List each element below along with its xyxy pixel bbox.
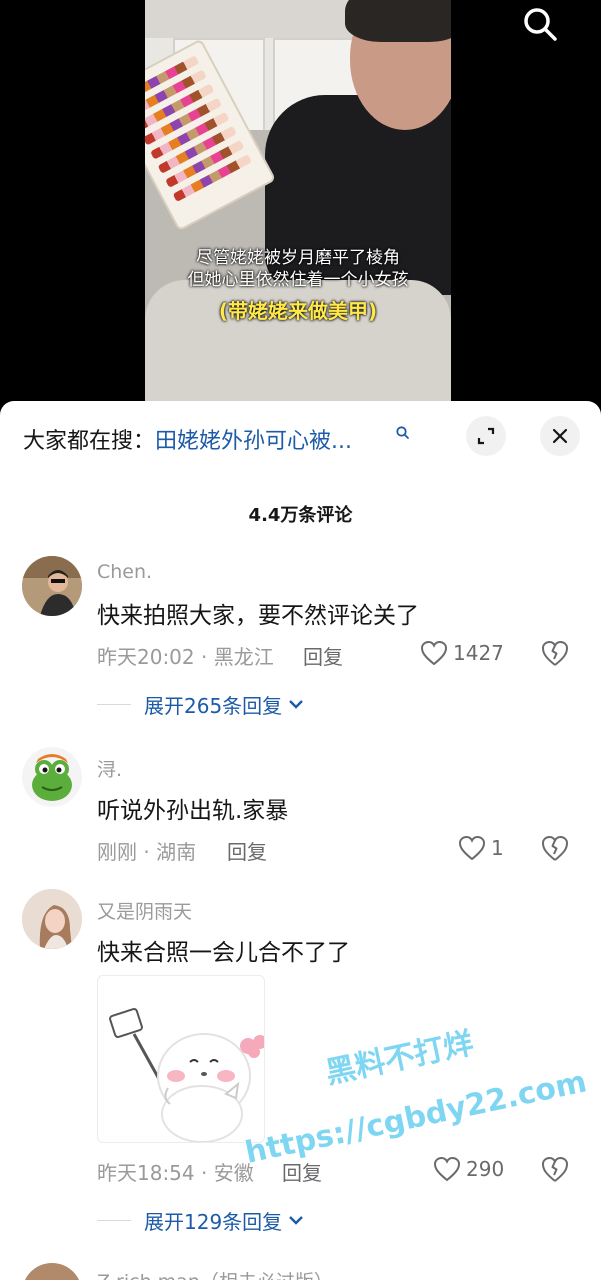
avatar[interactable] <box>22 1263 82 1280</box>
suggest-query-link[interactable]: 田姥姥外孙可心被... <box>155 429 352 454</box>
heart-icon <box>433 1156 461 1182</box>
search-suggestion[interactable]: 大家都在搜：田姥姥外孙可心被... <box>23 423 352 455</box>
reply-button[interactable]: 回复 <box>282 1157 322 1186</box>
comment-username[interactable]: Chen. <box>97 561 152 583</box>
small-search-icon <box>396 426 409 439</box>
suggest-prefix: 大家都在搜： <box>23 429 156 454</box>
video-player[interactable]: 尽管姥姥被岁月磨平了棱角 但她心里依然住着一个小女孩 (带姥姥来做美甲) <box>0 0 601 420</box>
video-subtitle-highlight: (带姥姥来做美甲) <box>218 299 378 323</box>
broken-heart-icon[interactable] <box>540 1154 570 1184</box>
avatar[interactable] <box>22 889 82 949</box>
like-count: 290 <box>466 1157 505 1181</box>
video-subtitle-line1: 尽管姥姥被岁月磨平了棱角 <box>196 248 400 268</box>
reply-button[interactable]: 回复 <box>303 641 343 670</box>
broken-heart-icon[interactable] <box>540 638 570 668</box>
broken-heart-icon[interactable] <box>540 833 570 863</box>
comment-username[interactable]: Z rich man（相去必过版） <box>97 1267 333 1280</box>
close-icon[interactable] <box>540 416 580 456</box>
avatar[interactable] <box>22 747 82 807</box>
heart-icon <box>458 835 486 861</box>
like-button[interactable]: 290 <box>433 1154 504 1184</box>
like-count: 1427 <box>453 641 504 665</box>
video-subtitle-line2: 但她心里依然住着一个小女孩 <box>187 270 409 290</box>
comment-text: 快来合照一会儿合不了了 <box>97 940 350 966</box>
comment-username[interactable]: 浔. <box>97 755 122 782</box>
comment-sticker-image[interactable] <box>97 975 265 1143</box>
like-button[interactable]: 1427 <box>420 638 504 668</box>
comment-count: 4.4万条评论 <box>248 505 353 526</box>
comment-username[interactable]: 又是阴雨天 <box>97 897 192 924</box>
like-button[interactable]: 1 <box>458 833 504 863</box>
comment-text: 快来拍照大家，要不然评论关了 <box>97 603 419 629</box>
search-icon[interactable] <box>520 4 560 44</box>
comment-time-location: 昨天18:54 · 安徽 <box>97 1161 254 1185</box>
comment-panel: 大家都在搜：田姥姥外孙可心被... 4.4万条评论 Chen. 快来拍照大家，要… <box>0 401 601 1280</box>
expand-replies-label: 展开129条回复 <box>144 1209 283 1234</box>
expand-replies-label: 展开265条回复 <box>144 693 283 718</box>
chevron-down-icon <box>289 1216 304 1225</box>
expand-replies-button[interactable]: 展开129条回复 <box>97 1207 306 1234</box>
heart-icon <box>420 640 448 666</box>
comment-time-location: 刚刚 · 湖南 <box>97 840 197 864</box>
comment-text: 听说外孙出轨.家暴 <box>97 798 289 824</box>
video-frame: 尽管姥姥被岁月磨平了棱角 但她心里依然住着一个小女孩 (带姥姥来做美甲) <box>145 0 451 405</box>
expand-replies-button[interactable]: 展开265条回复 <box>97 691 306 718</box>
expand-icon[interactable] <box>466 416 506 456</box>
comment-time-location: 昨天20:02 · 黑龙江 <box>97 645 274 669</box>
avatar[interactable] <box>22 556 82 616</box>
like-count: 1 <box>491 836 504 860</box>
reply-button[interactable]: 回复 <box>227 836 267 865</box>
chevron-down-icon <box>289 700 304 709</box>
